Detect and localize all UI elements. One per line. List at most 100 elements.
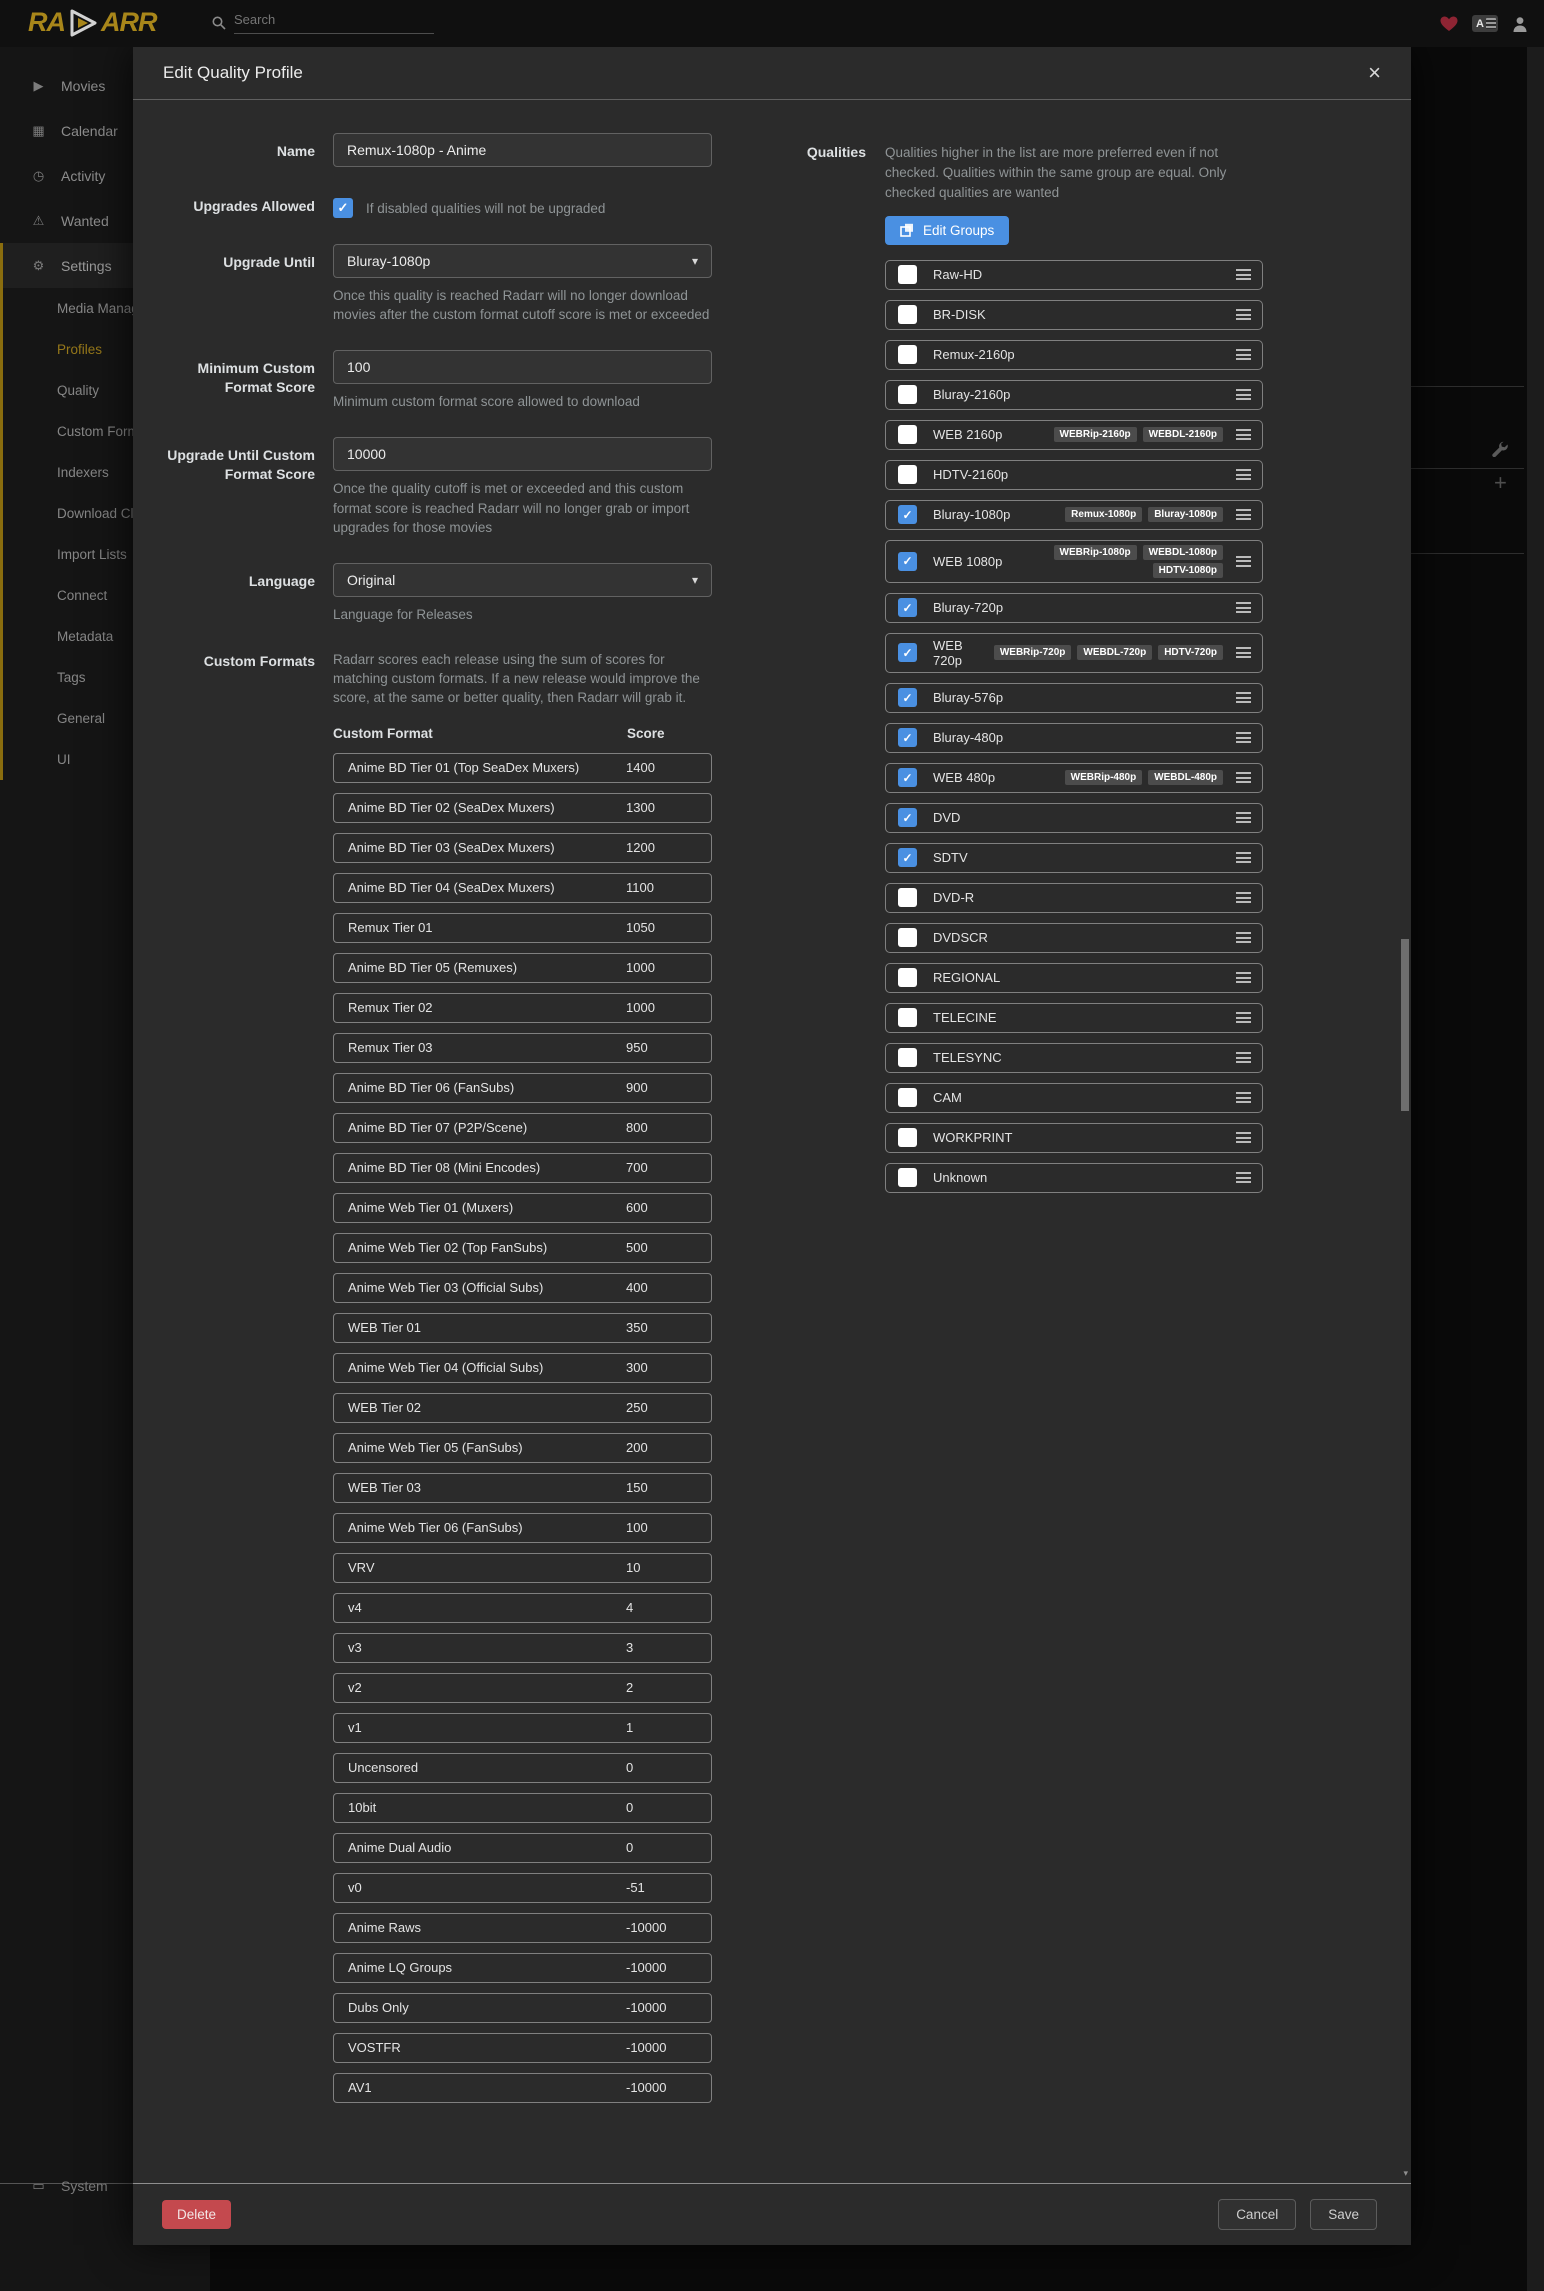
quality-item[interactable]: REGIONAL (885, 963, 1263, 993)
drag-handle-icon[interactable] (1236, 852, 1251, 863)
quality-checkbox[interactable] (898, 305, 917, 324)
user-icon[interactable] (1512, 16, 1528, 32)
drag-handle-icon[interactable] (1236, 389, 1251, 400)
quality-item[interactable]: CAM (885, 1083, 1263, 1113)
format-row[interactable]: Anime Web Tier 02 (Top FanSubs) 500 (333, 1233, 712, 1263)
quality-checkbox[interactable]: ✓ (898, 848, 917, 867)
format-row[interactable]: Anime BD Tier 08 (Mini Encodes) 700 (333, 1153, 712, 1183)
quality-item[interactable]: ✓ Bluray-480p (885, 723, 1263, 753)
quality-checkbox[interactable]: ✓ (898, 505, 917, 524)
drag-handle-icon[interactable] (1236, 1052, 1251, 1063)
quality-item[interactable]: BR-DISK (885, 300, 1263, 330)
format-row[interactable]: Anime BD Tier 07 (P2P/Scene) 800 (333, 1113, 712, 1143)
donate-heart-icon[interactable] (1440, 16, 1458, 32)
quality-item[interactable]: ✓ WEB 480p WEBRip-480pWEBDL-480p (885, 763, 1263, 793)
drag-handle-icon[interactable] (1236, 1012, 1251, 1023)
drag-handle-icon[interactable] (1236, 1092, 1251, 1103)
drag-handle-icon[interactable] (1236, 1172, 1251, 1183)
format-row[interactable]: VRV 10 (333, 1553, 712, 1583)
quality-item[interactable]: Bluray-2160p (885, 380, 1263, 410)
drag-handle-icon[interactable] (1236, 429, 1251, 440)
quality-checkbox[interactable] (898, 1048, 917, 1067)
format-row[interactable]: v0 -51 (333, 1873, 712, 1903)
format-row[interactable]: VOSTFR -10000 (333, 2033, 712, 2063)
quality-item[interactable]: DVDSCR (885, 923, 1263, 953)
format-row[interactable]: WEB Tier 01 350 (333, 1313, 712, 1343)
quality-item[interactable]: DVD-R (885, 883, 1263, 913)
quality-item[interactable]: ✓ Bluray-1080p Remux-1080pBluray-1080p (885, 500, 1263, 530)
format-row[interactable]: Anime Raws -10000 (333, 1913, 712, 1943)
quality-checkbox[interactable] (898, 265, 917, 284)
format-row[interactable]: v3 3 (333, 1633, 712, 1663)
quality-checkbox[interactable]: ✓ (898, 768, 917, 787)
quality-item[interactable]: TELESYNC (885, 1043, 1263, 1073)
quality-checkbox[interactable] (898, 1088, 917, 1107)
format-row[interactable]: v1 1 (333, 1713, 712, 1743)
format-row[interactable]: WEB Tier 03 150 (333, 1473, 712, 1503)
edit-groups-button[interactable]: Edit Groups (885, 216, 1009, 245)
drag-handle-icon[interactable] (1236, 812, 1251, 823)
format-row[interactable]: 10bit 0 (333, 1793, 712, 1823)
translate-icon[interactable]: A (1472, 15, 1498, 32)
quality-item[interactable]: ✓ DVD (885, 803, 1263, 833)
plus-icon[interactable]: + (1494, 470, 1507, 496)
language-select[interactable]: Original ▾ (333, 563, 712, 597)
drag-handle-icon[interactable] (1236, 892, 1251, 903)
format-row[interactable]: Anime Web Tier 04 (Official Subs) 300 (333, 1353, 712, 1383)
quality-item[interactable]: WEB 2160p WEBRip-2160pWEBDL-2160p (885, 420, 1263, 450)
delete-button[interactable]: Delete (162, 2200, 231, 2229)
format-row[interactable]: WEB Tier 02 250 (333, 1393, 712, 1423)
min-cf-score-field[interactable] (333, 350, 712, 384)
quality-item[interactable]: WORKPRINT (885, 1123, 1263, 1153)
drag-handle-icon[interactable] (1236, 647, 1251, 658)
upgrade-until-select[interactable]: Bluray-1080p ▾ (333, 244, 712, 278)
quality-checkbox[interactable] (898, 345, 917, 364)
quality-item[interactable]: ✓ WEB 720p WEBRip-720pWEBDL-720pHDTV-720… (885, 633, 1263, 673)
drag-handle-icon[interactable] (1236, 932, 1251, 943)
page-scrollbar-track[interactable] (1527, 47, 1544, 2291)
name-field[interactable] (333, 133, 712, 167)
drag-handle-icon[interactable] (1236, 972, 1251, 983)
drag-handle-icon[interactable] (1236, 509, 1251, 520)
format-row[interactable]: Remux Tier 02 1000 (333, 993, 712, 1023)
quality-item[interactable]: ✓ WEB 1080p WEBRip-1080pWEBDL-1080pHDTV-… (885, 540, 1263, 583)
quality-checkbox[interactable]: ✓ (898, 728, 917, 747)
quality-item[interactable]: Raw-HD (885, 260, 1263, 290)
format-row[interactable]: Anime BD Tier 03 (SeaDex Muxers) 1200 (333, 833, 712, 863)
quality-item[interactable]: Unknown (885, 1163, 1263, 1193)
quality-checkbox[interactable] (898, 968, 917, 987)
format-row[interactable]: Anime Web Tier 01 (Muxers) 600 (333, 1193, 712, 1223)
quality-checkbox[interactable] (898, 1128, 917, 1147)
drag-handle-icon[interactable] (1236, 732, 1251, 743)
format-row[interactable]: v2 2 (333, 1673, 712, 1703)
quality-item[interactable]: ✓ Bluray-720p (885, 593, 1263, 623)
format-row[interactable]: v4 4 (333, 1593, 712, 1623)
search-input[interactable] (234, 12, 434, 34)
quality-checkbox[interactable] (898, 888, 917, 907)
scrollbar-down-arrow-icon[interactable]: ▾ (1403, 2168, 1408, 2179)
modal-scrollbar-thumb[interactable] (1401, 939, 1409, 1111)
quality-checkbox[interactable] (898, 1168, 917, 1187)
quality-checkbox[interactable] (898, 385, 917, 404)
drag-handle-icon[interactable] (1236, 469, 1251, 480)
drag-handle-icon[interactable] (1236, 269, 1251, 280)
quality-checkbox[interactable] (898, 465, 917, 484)
format-row[interactable]: Uncensored 0 (333, 1753, 712, 1783)
format-row[interactable]: Anime BD Tier 02 (SeaDex Muxers) 1300 (333, 793, 712, 823)
quality-item[interactable]: TELECINE (885, 1003, 1263, 1033)
drag-handle-icon[interactable] (1236, 1132, 1251, 1143)
quality-checkbox[interactable] (898, 1008, 917, 1027)
format-row[interactable]: AV1 -10000 (333, 2073, 712, 2103)
drag-handle-icon[interactable] (1236, 602, 1251, 613)
quality-checkbox[interactable]: ✓ (898, 552, 917, 571)
save-button[interactable]: Save (1310, 2199, 1377, 2230)
format-row[interactable]: Anime Web Tier 03 (Official Subs) 400 (333, 1273, 712, 1303)
format-row[interactable]: Anime Dual Audio 0 (333, 1833, 712, 1863)
quality-checkbox[interactable] (898, 928, 917, 947)
drag-handle-icon[interactable] (1236, 309, 1251, 320)
quality-checkbox[interactable]: ✓ (898, 808, 917, 827)
wrench-icon[interactable] (1492, 441, 1508, 462)
until-cf-score-field[interactable] (333, 437, 712, 471)
quality-checkbox[interactable] (898, 425, 917, 444)
format-row[interactable]: Anime BD Tier 06 (FanSubs) 900 (333, 1073, 712, 1103)
